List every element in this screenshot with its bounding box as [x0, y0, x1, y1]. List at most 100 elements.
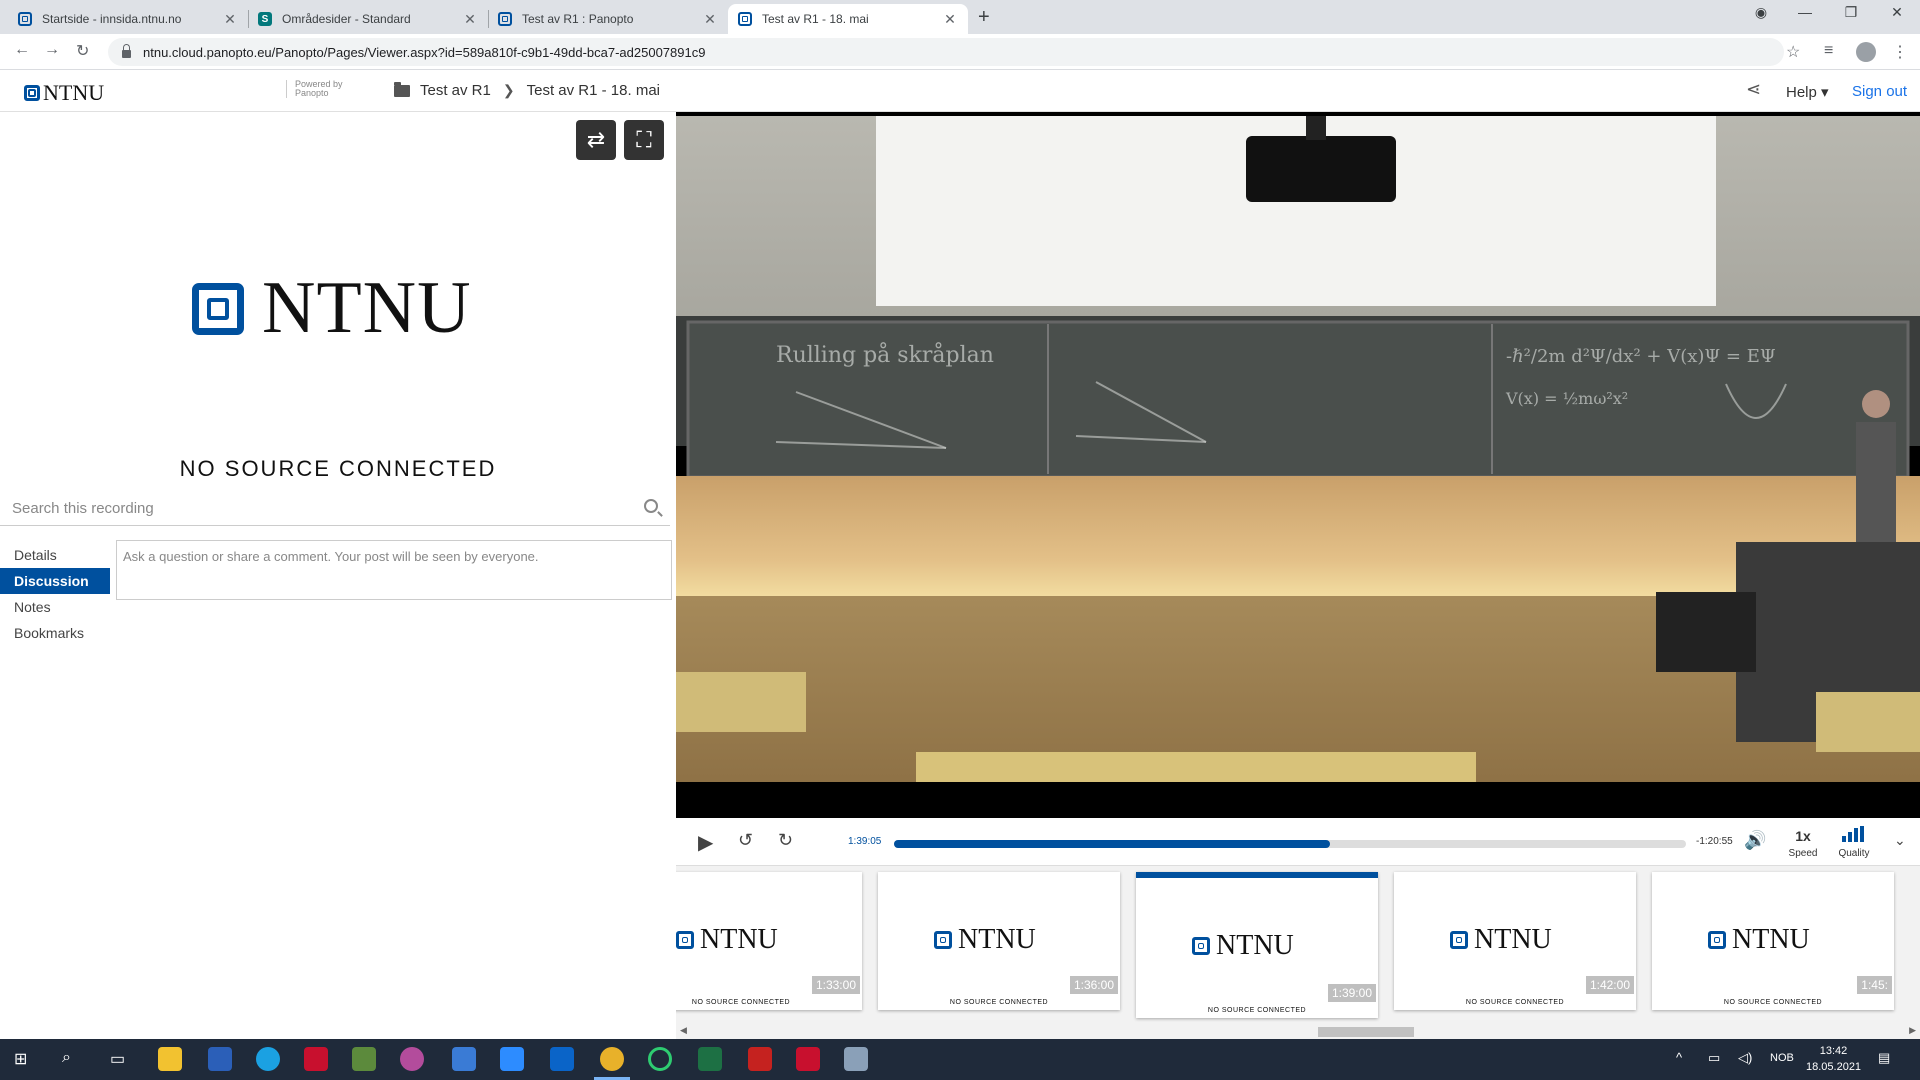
thumbnail-strip: NTNU NO SOURCE CONNECTED 1:33:00 NTNU NO SOU… [676, 866, 1920, 1039]
scroll-right-icon[interactable]: ▶ [1909, 1025, 1916, 1036]
thumbnail[interactable]: NTNU NO SOURCE CONNECTED 1:33:00 [676, 872, 862, 1010]
thumbnail[interactable]: NTNU NO SOURCE CONNECTED 1:36:00 [878, 872, 1120, 1010]
thumbnail-time: 1:33:00 [811, 976, 860, 994]
file-explorer-icon[interactable] [158, 1047, 182, 1071]
close-icon[interactable]: ✕ [702, 11, 718, 28]
new-tab-button[interactable]: + [978, 6, 990, 29]
minimize-button[interactable]: — [1782, 4, 1828, 20]
folder-icon [394, 81, 410, 97]
close-icon[interactable]: ✕ [222, 11, 238, 28]
excel-icon[interactable] [698, 1047, 722, 1071]
chrome-icon[interactable] [600, 1047, 624, 1071]
caret-down-icon: ▾ [1821, 84, 1829, 101]
ntnu-logo-large: NTNU [192, 266, 472, 351]
app-icon[interactable] [400, 1047, 424, 1071]
profile-menu-icon[interactable]: ◉ [1738, 4, 1784, 21]
app-icon[interactable] [796, 1047, 820, 1071]
tab-label: Startside - innsida.ntnu.no [42, 12, 182, 26]
skype-icon[interactable] [256, 1047, 280, 1071]
browser-tab[interactable]: Test av R1 : Panopto ✕ [488, 4, 728, 34]
play-icon[interactable]: ▶ [698, 830, 713, 855]
tab-notes[interactable]: Notes [0, 594, 110, 620]
input-language[interactable]: NOB [1770, 1052, 1794, 1064]
chevron-up-icon[interactable]: ^ [1676, 1050, 1682, 1065]
zoom-icon[interactable] [500, 1047, 524, 1071]
notifications-icon[interactable]: ▤ [1878, 1050, 1890, 1066]
thumbnail[interactable]: NTNU NO SOURCE CONNECTED 1:45: [1652, 872, 1894, 1010]
thumbnail[interactable]: NTNU NO SOURCE CONNECTED 1:39:00 [1136, 872, 1378, 1018]
window-close-button[interactable]: ✕ [1874, 4, 1920, 21]
search-icon[interactable] [644, 499, 658, 513]
outlook-icon[interactable] [550, 1047, 574, 1071]
profile-avatar-icon[interactable] [1856, 42, 1876, 62]
discussion-comment-input[interactable]: Ask a question or share a comment. Your … [116, 540, 672, 600]
back-arrow-icon[interactable]: ← [14, 41, 30, 59]
browser-menu-icon[interactable]: ⋮ [1892, 42, 1908, 62]
scrollbar-thumb[interactable] [1318, 1027, 1414, 1037]
reload-icon[interactable]: ↻ [76, 41, 89, 61]
breadcrumb-folder[interactable]: Test av R1 [420, 82, 491, 99]
scroll-left-icon[interactable]: ◀ [680, 1025, 687, 1036]
thumbnail[interactable]: NTNU NO SOURCE CONNECTED 1:42:00 [1394, 872, 1636, 1010]
restore-button[interactable]: ❐ [1828, 4, 1874, 21]
windows-start-icon[interactable]: ⊞ [14, 1049, 27, 1069]
app-icon[interactable] [304, 1047, 328, 1071]
elapsed-time: 1:39:05 [848, 836, 882, 847]
battery-icon[interactable]: ▭ [1708, 1050, 1720, 1066]
sign-out-link[interactable]: Sign out [1852, 83, 1907, 100]
ntnu-logo: NTNU [676, 924, 778, 956]
search-placeholder: Search this recording [12, 500, 154, 517]
logo-text: NTNU [262, 267, 472, 349]
bookmark-star-icon[interactable]: ☆ [1786, 42, 1800, 62]
swap-sources-button[interactable]: ⇄ [576, 120, 616, 160]
fullscreen-button[interactable]: ⛶ [624, 120, 664, 160]
media-control-icon[interactable]: ≡ [1824, 42, 1833, 60]
forward-arrow-icon[interactable]: → [44, 41, 60, 59]
app-icon[interactable] [844, 1047, 868, 1071]
network-app-icon[interactable] [208, 1047, 232, 1071]
help-menu[interactable]: Help ▾ [1786, 83, 1829, 101]
url-bar[interactable]: ntnu.cloud.panopto.eu/Panopto/Pages/View… [108, 38, 1784, 66]
app-icon[interactable] [352, 1047, 376, 1071]
ntnu-logo[interactable]: NTNU [24, 80, 104, 106]
volume-icon[interactable]: 🔊 [1744, 830, 1766, 851]
search-icon[interactable]: ⌕ [62, 1049, 71, 1067]
ntnu-favicon-icon [738, 12, 752, 26]
close-icon[interactable]: ✕ [942, 11, 958, 28]
task-view-icon[interactable]: ▭ [110, 1049, 125, 1069]
close-icon[interactable]: ✕ [462, 11, 478, 28]
secondary-source-pane: ⇄ ⛶ NTNU NO SOURCE CONNECTED Search this… [0, 112, 676, 1039]
tab-bookmarks[interactable]: Bookmarks [0, 620, 110, 646]
browser-tab[interactable]: S Områdesider - Standard ✕ [248, 4, 488, 34]
browser-tab[interactable]: Startside - innsida.ntnu.no ✕ [8, 4, 248, 34]
lock-icon [122, 44, 131, 58]
ntnu-logo-icon [676, 931, 694, 949]
thumbnail-logo-text: NTNU [700, 924, 778, 955]
thumbnail-logo-text: NTNU [1216, 930, 1294, 961]
address-toolbar: ← → ↻ ntnu.cloud.panopto.eu/Panopto/Page… [0, 34, 1920, 70]
tab-details[interactable]: Details [0, 542, 110, 568]
search-input[interactable]: Search this recording [0, 492, 670, 526]
powered-by-panopto[interactable]: Powered by Panopto [286, 80, 356, 98]
volume-icon[interactable]: ◁) [1738, 1050, 1752, 1066]
thumbnail-scrollbar[interactable]: ◀ ▶ [676, 1023, 1920, 1039]
rewind-10-icon[interactable]: ↺ [738, 830, 753, 851]
video-player[interactable]: Rulling på skråplan -ℏ²/2m d²Ψ/dx² + V(x… [676, 112, 1920, 818]
ntnu-logo-icon [24, 85, 40, 101]
share-icon[interactable]: ⋖ [1746, 79, 1761, 100]
url-text: ntnu.cloud.panopto.eu/Panopto/Pages/View… [143, 44, 706, 60]
tab-discussion[interactable]: Discussion [0, 568, 110, 594]
progress-bar[interactable] [894, 840, 1686, 848]
thumbnail-caption: NO SOURCE CONNECTED [1207, 1007, 1307, 1014]
app-icon[interactable] [648, 1047, 672, 1071]
browser-tab-active[interactable]: Test av R1 - 18. mai ✕ [728, 4, 968, 34]
speed-value[interactable]: 1x [1788, 828, 1818, 844]
forward-10-icon[interactable]: ↻ [778, 830, 793, 851]
chevron-down-icon[interactable]: ⌄ [1894, 832, 1906, 849]
tab-label: Områdesider - Standard [282, 12, 411, 26]
clock[interactable]: 13:42 18.05.2021 [1806, 1043, 1861, 1075]
acrobat-icon[interactable] [748, 1047, 772, 1071]
thumbnail-logo-text: NTNU [958, 924, 1036, 955]
notepad-app-icon[interactable] [452, 1047, 476, 1071]
quality-icon[interactable] [1842, 826, 1864, 842]
